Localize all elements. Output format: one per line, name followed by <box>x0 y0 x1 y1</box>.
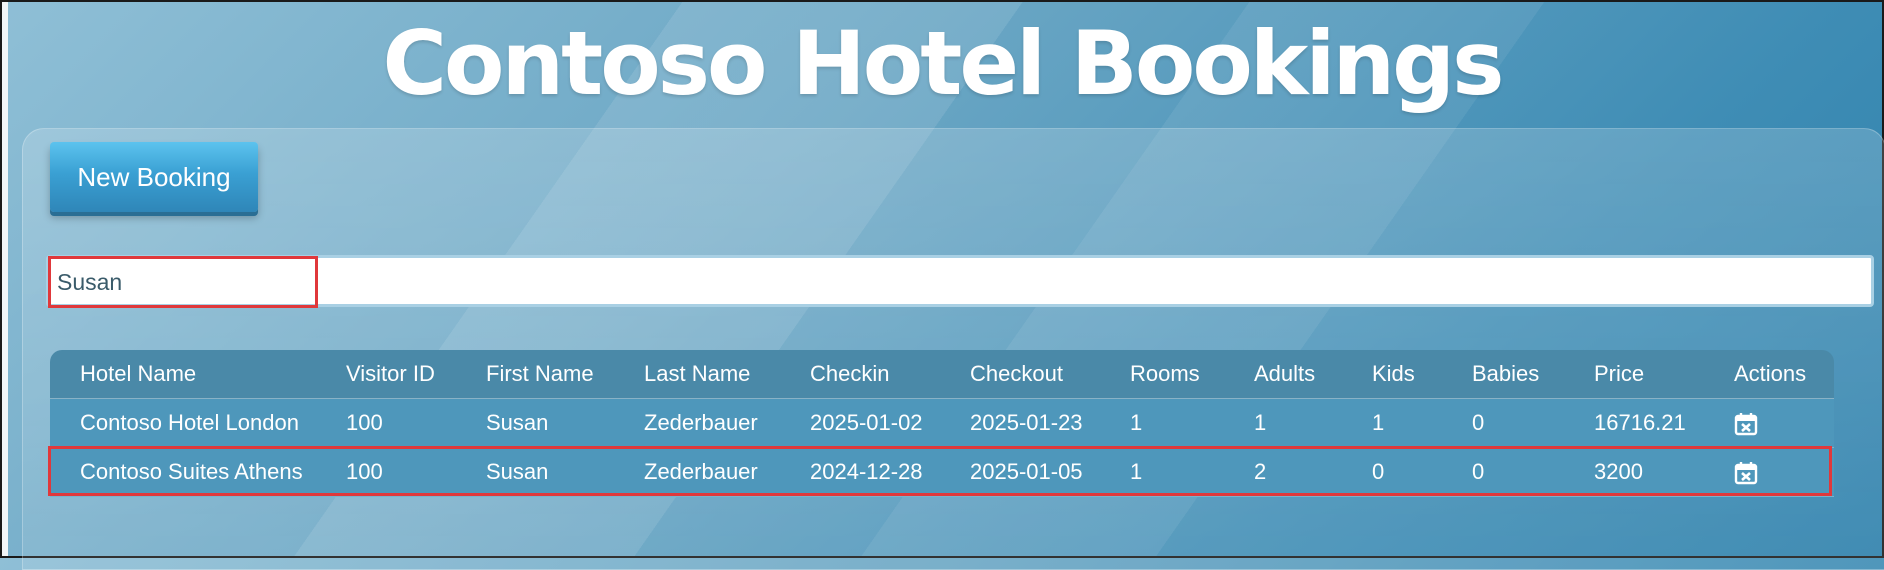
search-field[interactable] <box>46 255 1874 307</box>
column-header-actions: Actions <box>1734 361 1807 386</box>
cell-visitor-id: 100 <box>346 410 383 435</box>
table-row[interactable]: Contoso Hotel London 100 Susan Zederbaue… <box>50 399 1834 448</box>
column-header-visitor-id[interactable]: Visitor ID <box>316 361 456 387</box>
cell-hotel-name: Contoso Suites Athens <box>80 459 303 484</box>
calendar-cancel-icon[interactable] <box>1734 461 1758 485</box>
column-header-checkin[interactable]: Checkin <box>780 361 940 387</box>
column-header-adults[interactable]: Adults <box>1224 361 1342 387</box>
cell-actions <box>1704 459 1814 485</box>
column-header-price[interactable]: Price <box>1564 361 1704 387</box>
cell-actions <box>1704 410 1814 436</box>
cell-babies: 0 <box>1472 410 1485 435</box>
calendar-cancel-icon[interactable] <box>1734 412 1758 436</box>
cell-checkin: 2025-01-02 <box>810 410 923 435</box>
cell-visitor-id: 100 <box>346 459 383 484</box>
cell-rooms: 1 <box>1130 459 1143 484</box>
column-header-kids[interactable]: Kids <box>1342 361 1442 387</box>
page-title: Contoso Hotel Bookings <box>382 12 1504 115</box>
new-booking-button[interactable]: New Booking <box>50 142 258 212</box>
column-header-babies[interactable]: Babies <box>1442 361 1564 387</box>
cell-first-name: Susan <box>486 459 549 484</box>
table-header-row: Hotel Name Visitor ID First Name Last Na… <box>50 350 1834 399</box>
cell-last-name: Zederbauer <box>644 459 758 484</box>
cell-first-name: Susan <box>486 410 549 435</box>
cell-price: 16716.21 <box>1594 410 1686 435</box>
column-header-checkout[interactable]: Checkout <box>940 361 1100 387</box>
cell-last-name: Zederbauer <box>644 410 758 435</box>
cell-checkout: 2025-01-05 <box>970 459 1083 484</box>
cell-checkin: 2024-12-28 <box>810 459 923 484</box>
content-panel <box>22 128 1884 570</box>
bookings-table: Hotel Name Visitor ID First Name Last Na… <box>50 350 1834 497</box>
column-header-last-name[interactable]: Last Name <box>614 361 780 387</box>
column-header-first-name[interactable]: First Name <box>456 361 614 387</box>
cell-kids: 0 <box>1372 459 1385 484</box>
cell-babies: 0 <box>1472 459 1485 484</box>
cell-adults: 1 <box>1254 410 1267 435</box>
column-header-hotel-name[interactable]: Hotel Name <box>50 361 316 387</box>
search-input[interactable] <box>55 260 1859 304</box>
cell-checkout: 2025-01-23 <box>970 410 1083 435</box>
cell-kids: 1 <box>1372 410 1385 435</box>
table-row[interactable]: Contoso Suites Athens 100 Susan Zederbau… <box>50 448 1834 497</box>
cell-hotel-name: Contoso Hotel London <box>80 410 299 435</box>
column-header-rooms[interactable]: Rooms <box>1100 361 1224 387</box>
cell-rooms: 1 <box>1130 410 1143 435</box>
cell-price: 3200 <box>1594 459 1643 484</box>
cell-adults: 2 <box>1254 459 1267 484</box>
